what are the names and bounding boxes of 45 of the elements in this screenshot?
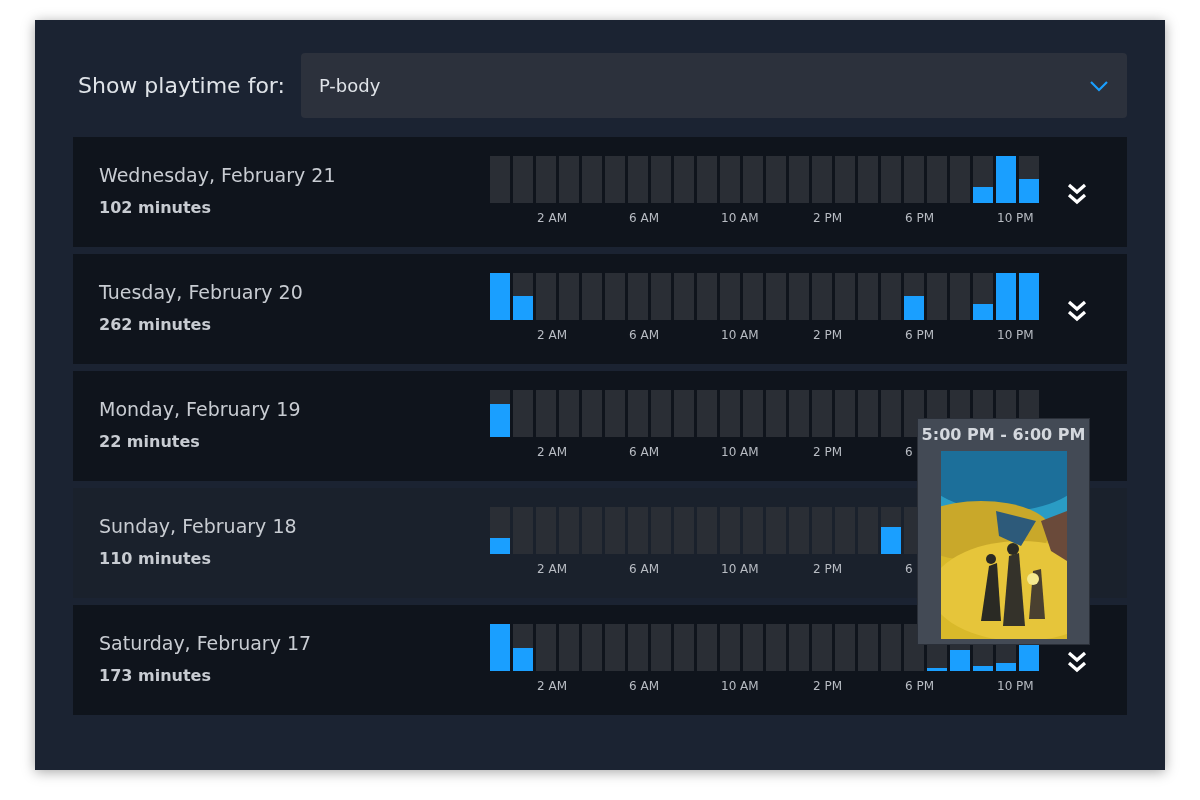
expand-icon[interactable] — [1066, 299, 1088, 323]
hour-label: 2 AM — [537, 210, 567, 227]
hour-label: 10 AM — [721, 678, 759, 695]
hour-label: 6 AM — [629, 561, 659, 578]
day-total: 102 minutes — [99, 196, 211, 219]
hour-label: 6 — [905, 444, 913, 461]
hour-label: 2 PM — [813, 327, 843, 344]
hour-label: 10 PM — [997, 327, 1034, 344]
day-total: 173 minutes — [99, 664, 211, 687]
hour-label: 6 AM — [629, 210, 659, 227]
hour-label: 2 AM — [537, 444, 567, 461]
hour-label: 10 PM — [997, 210, 1034, 227]
hour-label: 2 PM — [813, 444, 843, 461]
day-date: Sunday, February 18 — [99, 514, 297, 539]
player-dropdown[interactable]: P-body — [300, 53, 1127, 118]
hour-label: 2 AM — [537, 327, 567, 344]
hour-label: 2 AM — [537, 678, 567, 695]
hour-label: 10 PM — [997, 678, 1034, 695]
filter-label: Show playtime for: — [78, 72, 285, 100]
hour-label: 6 PM — [905, 210, 935, 227]
hour-label: 10 AM — [721, 561, 759, 578]
hour-label: 6 PM — [905, 678, 935, 695]
tooltip-title: 5:00 PM - 6:00 PM — [921, 424, 1086, 446]
hour-label: 6 AM — [629, 444, 659, 461]
chevron-down-icon — [1089, 79, 1109, 92]
hour-label: 2 AM — [537, 561, 567, 578]
hour-label: 10 AM — [721, 444, 759, 461]
day-date: Wednesday, February 21 — [99, 163, 336, 188]
day-total: 110 minutes — [99, 547, 211, 570]
hour-label: 6 AM — [629, 678, 659, 695]
day-date: Monday, February 19 — [99, 397, 301, 422]
hour-label: 2 PM — [813, 678, 843, 695]
hour-label: 6 AM — [629, 327, 659, 344]
hour-label: 6 PM — [905, 327, 935, 344]
hour-label: 6 — [905, 561, 913, 578]
expand-icon[interactable] — [1066, 182, 1088, 206]
day-date: Tuesday, February 20 — [99, 280, 303, 305]
day-date: Saturday, February 17 — [99, 631, 312, 656]
hour-label: 2 PM — [813, 561, 843, 578]
hour-label: 2 PM — [813, 210, 843, 227]
hour-label: 10 AM — [721, 210, 759, 227]
hour-label: 10 AM — [721, 327, 759, 344]
day-total: 262 minutes — [99, 313, 211, 336]
day-total: 22 minutes — [99, 430, 200, 453]
expand-icon[interactable] — [1066, 650, 1088, 674]
